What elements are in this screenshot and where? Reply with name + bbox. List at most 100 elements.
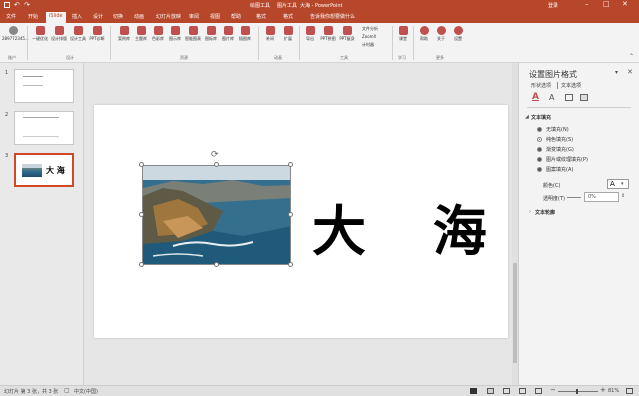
icon-library-button[interactable]: 图标库 (203, 25, 219, 42)
resize-handle-sw[interactable] (139, 262, 144, 267)
rotate-handle-icon[interactable]: ⟳ (211, 150, 219, 160)
tween-button[interactable]: 补间 (262, 25, 278, 42)
tab-format-picture[interactable]: 格式 (283, 13, 293, 20)
slide-title-text[interactable]: 大 海 (312, 187, 511, 266)
zoom-out-icon[interactable]: − (550, 386, 556, 394)
tab-transitions[interactable]: 切换 (113, 13, 123, 20)
tab-view[interactable]: 视图 (210, 13, 220, 20)
resize-handle-nw[interactable] (139, 162, 144, 167)
color-library-button[interactable]: 色彩库 (150, 25, 166, 42)
normal-view-icon[interactable] (487, 388, 494, 394)
zoom-slider[interactable] (558, 389, 598, 394)
diagram-library-button[interactable]: 图示库 (167, 25, 183, 42)
slideshow-icon[interactable] (535, 388, 542, 394)
option-solid-fill[interactable]: 纯色填充(S) (537, 136, 573, 143)
collapse-ribbon-icon[interactable]: ⌃ (629, 53, 634, 60)
picture-library-button[interactable]: 图片库 (220, 25, 236, 42)
text-effects-icon[interactable]: A (549, 93, 554, 102)
current-slide[interactable]: ⟳ 大 海 (94, 105, 508, 338)
tab-islide[interactable]: iSlide (46, 12, 66, 23)
option-no-fill[interactable]: 无填充(N) (537, 126, 569, 133)
account-button[interactable]: 289772345... (2, 25, 29, 41)
reading-view-icon[interactable] (519, 388, 526, 394)
redo-icon[interactable]: ↷ (24, 1, 30, 9)
option-pattern-fill[interactable]: 图案填充(A) (537, 166, 573, 173)
tab-home[interactable]: 开始 (28, 13, 38, 20)
ppt-slim-button[interactable]: PPT瘦身 (339, 25, 355, 42)
ppt-diagnose-button[interactable]: PPT诊断 (89, 25, 105, 42)
help-button[interactable]: 帮助 (416, 25, 432, 42)
resize-handle-ne[interactable] (288, 162, 293, 167)
layout-icon[interactable] (580, 94, 588, 101)
slide-thumbnail-1[interactable] (14, 69, 74, 103)
zoom-level[interactable]: 81% (608, 388, 619, 394)
tab-review[interactable]: 审阅 (189, 13, 199, 20)
resize-handle-se[interactable] (288, 262, 293, 267)
section-collapse-icon[interactable]: › (529, 209, 531, 215)
transparency-input[interactable]: 0% (584, 192, 619, 202)
classroom-button[interactable]: 课堂 (395, 25, 411, 42)
proofing-icon[interactable]: ▢ (64, 387, 70, 394)
scrollbar-thumb[interactable] (513, 263, 517, 363)
tab-slideshow[interactable]: 幻灯片放映 (156, 13, 181, 20)
section-text-outline[interactable]: 文本轮廓 (535, 209, 555, 216)
tab-help[interactable]: 帮助 (231, 13, 241, 20)
spin-icon[interactable]: ⇕ (621, 193, 625, 199)
tab-file[interactable]: 文件 (6, 13, 16, 20)
section-text-fill[interactable]: 文本填充 (531, 114, 551, 121)
ppt-collage-button[interactable]: PPT拼图 (320, 25, 336, 42)
zoom-in-icon[interactable]: + (600, 386, 606, 394)
file-analysis-button[interactable]: 文件分析 (362, 26, 378, 32)
sea-coast-photo[interactable] (142, 165, 291, 265)
resize-handle-e[interactable] (288, 212, 293, 217)
tab-insert[interactable]: 插入 (72, 13, 82, 20)
transparency-slider[interactable] (567, 197, 581, 198)
pane-close-icon[interactable]: ✕ (627, 68, 633, 76)
about-button[interactable]: 关于 (433, 25, 449, 42)
tab-text-options[interactable]: 文本选项 (557, 82, 581, 89)
undo-icon[interactable]: ↶ (14, 1, 20, 9)
radio[interactable] (537, 147, 542, 152)
one-click-optimize-button[interactable]: 一键优化 (32, 25, 48, 42)
text-fill-icon[interactable]: A (532, 92, 539, 102)
save-icon[interactable] (4, 2, 10, 8)
design-tools-button[interactable]: 设计工具 (70, 25, 86, 42)
zoomx-button[interactable]: ZoomX (362, 34, 376, 39)
resize-handle-w[interactable] (139, 212, 144, 217)
color-picker-button[interactable]: A ▾ (607, 179, 629, 189)
tab-format-drawing[interactable]: 格式 (256, 13, 266, 20)
timer-button[interactable]: 计时器 (362, 42, 374, 48)
radio[interactable] (537, 137, 542, 142)
theme-library-button[interactable]: 主题库 (133, 25, 149, 42)
smart-chart-button[interactable]: 智能图表 (185, 25, 201, 42)
export-button[interactable]: 导出 (302, 25, 318, 42)
notes-icon[interactable] (470, 388, 477, 394)
tab-animations[interactable]: 动画 (134, 13, 144, 20)
slide-thumbnail-2[interactable] (14, 111, 74, 145)
fit-slide-icon[interactable] (626, 388, 633, 394)
sorter-view-icon[interactable] (503, 388, 510, 394)
illustration-library-button[interactable]: 插图库 (237, 25, 253, 42)
resize-handle-n[interactable] (214, 162, 219, 167)
tab-shape-options[interactable]: 形状选项 (531, 82, 551, 89)
zoom-slider-thumb[interactable] (576, 389, 578, 394)
close-icon[interactable]: ✕ (622, 0, 628, 8)
login-link[interactable]: 登录 (548, 2, 558, 9)
slide-thumbnail-3[interactable]: 大 海 (14, 153, 74, 187)
radio[interactable] (537, 127, 542, 132)
extend-button[interactable]: 扩展 (280, 25, 296, 42)
minimize-icon[interactable]: – (585, 0, 589, 8)
textbox-icon[interactable] (565, 94, 573, 101)
design-layout-button[interactable]: 设计排版 (51, 25, 67, 42)
radio[interactable] (537, 167, 542, 172)
settings-button[interactable]: 设置 (450, 25, 466, 42)
resize-handle-s[interactable] (214, 262, 219, 267)
tab-design[interactable]: 设计 (93, 13, 103, 20)
option-gradient-fill[interactable]: 渐变填充(G) (537, 146, 574, 153)
option-picture-fill[interactable]: 图片或纹理填充(P) (537, 156, 588, 163)
maximize-icon[interactable]: □ (603, 0, 610, 8)
language-indicator[interactable]: 中文(中国) (74, 388, 98, 395)
tell-me-search[interactable]: 告诉我你想要做什么 (310, 13, 355, 20)
pane-options-icon[interactable]: ▾ (615, 69, 618, 76)
case-library-button[interactable]: 案例库 (116, 25, 132, 42)
